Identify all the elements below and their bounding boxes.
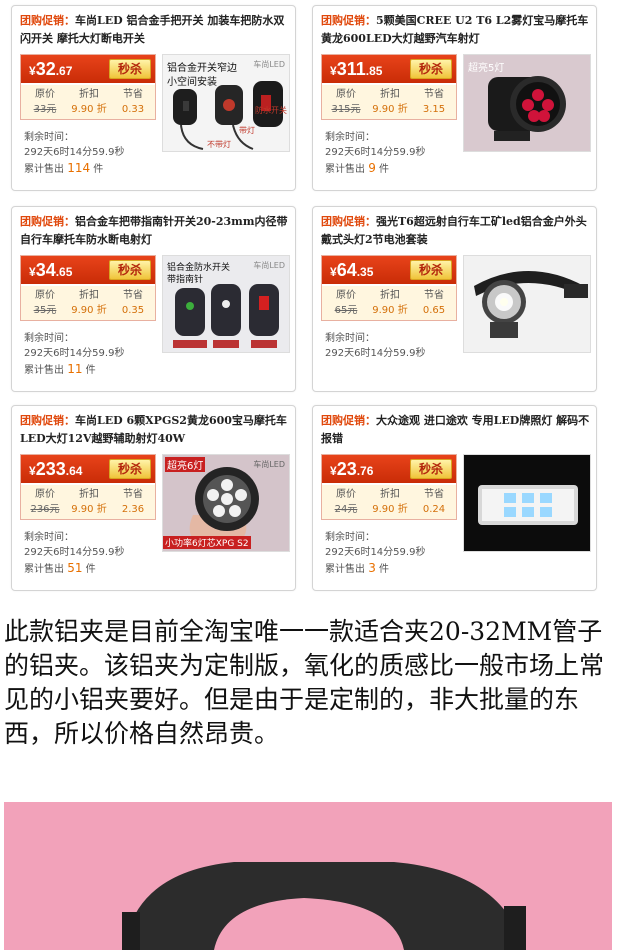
remaining-time: 剩余时间：	[325, 132, 375, 143]
price-stats: 原价 35元 折扣 9.90 折 节省 0.35	[21, 286, 155, 320]
product-card[interactable]: 团购促销：车尚LED 铝合金手把开关 加装车把防水双闪开关 摩托大灯断电开关 ¥…	[11, 5, 296, 191]
price-bar: ¥311.85 秒杀	[322, 55, 456, 83]
product-image[interactable]: 铝合金开关窄边 小空间安装 车尚LED 防水开关 带灯 不带灯	[162, 54, 290, 152]
price-box: ¥233.64 秒杀 原价 236元 折扣 9.90 折 节省 2.36	[20, 454, 156, 520]
price-stats: 原价 315元 折扣 9.90 折 节省 3.15	[322, 85, 456, 119]
promo-label: 团购促销：	[20, 215, 75, 228]
sold-count: 累计售出 9 件	[325, 161, 390, 175]
promo-label: 团购促销：	[20, 14, 75, 27]
original-price: 原价 236元	[30, 489, 60, 515]
promo-label: 团购促销：	[321, 414, 376, 427]
savings: 节省 0.33	[121, 89, 145, 115]
original-price: 原价 315元	[331, 89, 361, 115]
price-bar: ¥34.65 秒杀	[21, 256, 155, 284]
remaining-time-value: 292天6时14分59.9秒	[24, 348, 125, 359]
remaining-time-value: 292天6时14分59.9秒	[325, 348, 426, 359]
promo-label: 团购促销：	[321, 14, 376, 27]
promo-label: 团购促销：	[20, 414, 75, 427]
remaining-time: 剩余时间：	[325, 532, 375, 543]
discount: 折扣 9.90 折	[372, 290, 408, 316]
remaining-time: 剩余时间：	[24, 333, 74, 344]
sold-count: 累计售出 3 件	[325, 561, 390, 575]
product-title[interactable]: 团购促销：5颗美国CREE U2 T6 L2雾灯宝马摩托车黄龙600LED大灯越…	[321, 12, 591, 48]
remaining-time-value: 292天6时14分59.9秒	[325, 147, 426, 158]
savings: 节省 2.36	[121, 489, 145, 515]
promo-label: 团购促销：	[321, 215, 376, 228]
discount: 折扣 9.90 折	[71, 489, 107, 515]
remaining-time: 剩余时间：	[24, 132, 74, 143]
product-image[interactable]: 铝合金防水开关 带指南针 车尚LED	[162, 255, 290, 353]
price: ¥34.65	[29, 260, 73, 280]
discount: 折扣 9.90 折	[71, 290, 107, 316]
product-card[interactable]: 团购促销：5颗美国CREE U2 T6 L2雾灯宝马摩托车黄龙600LED大灯越…	[312, 5, 597, 191]
product-description: 此款铝夹是目前全淘宝唯一一款适合夹20-32MM管子的铝夹。该铝夹为定制版，氧化…	[4, 617, 605, 748]
remaining-time: 剩余时间：	[325, 333, 375, 344]
price-stats: 原价 24元 折扣 9.90 折 节省 0.24	[322, 485, 456, 519]
price-bar: ¥64.35 秒杀	[322, 256, 456, 284]
remaining-time-value: 292天6时14分59.9秒	[325, 547, 426, 558]
original-price: 原价 24元	[334, 489, 358, 515]
discount: 折扣 9.90 折	[372, 489, 408, 515]
product-title[interactable]: 团购促销：车尚LED 6颗XPGS2黄龙600宝马摩托车LED大灯12V越野辅助…	[20, 412, 290, 448]
product-card[interactable]: 团购促销：大众途观 进口途欢 专用LED牌照灯 解码不报错 ¥23.76 秒杀 …	[312, 405, 597, 591]
sold-count: 累计售出 11 件	[24, 362, 96, 376]
discount: 折扣 9.90 折	[71, 89, 107, 115]
price-box: ¥34.65 秒杀 原价 35元 折扣 9.90 折 节省 0.35	[20, 255, 156, 321]
price: ¥32.67	[29, 59, 73, 79]
product-title[interactable]: 团购促销：强光T6超远射自行车工矿led铝合金户外头戴式头灯2节电池套装	[321, 213, 591, 249]
sold-count: 累计售出 51 件	[24, 561, 96, 575]
remaining-time-value: 292天6时14分59.9秒	[24, 147, 125, 158]
sold-count: 累计售出 114 件	[24, 161, 104, 175]
price: ¥311.85	[330, 59, 383, 79]
product-card[interactable]: 团购促销：铝合金车把带指南针开关20-23mm内径带自行车摩托车防水断电射灯 ¥…	[11, 206, 296, 392]
flash-sale-button[interactable]: 秒杀	[410, 59, 452, 79]
original-price: 原价 65元	[334, 290, 358, 316]
price-bar: ¥32.67 秒杀	[21, 55, 155, 83]
product-image[interactable]	[463, 454, 591, 552]
flash-sale-button[interactable]: 秒杀	[109, 459, 151, 479]
price-stats: 原价 65元 折扣 9.90 折 节省 0.65	[322, 286, 456, 320]
price-bar: ¥233.64 秒杀	[21, 455, 155, 483]
flash-sale-button[interactable]: 秒杀	[410, 459, 452, 479]
price-box: ¥23.76 秒杀 原价 24元 折扣 9.90 折 节省 0.24	[321, 454, 457, 520]
price: ¥23.76	[330, 459, 374, 479]
flash-sale-button[interactable]: 秒杀	[410, 260, 452, 280]
price: ¥233.64	[29, 459, 83, 479]
price-stats: 原价 33元 折扣 9.90 折 节省 0.33	[21, 85, 155, 119]
remaining-time: 剩余时间：	[24, 532, 74, 543]
original-price: 原价 35元	[33, 290, 57, 316]
product-title[interactable]: 团购促销：大众途观 进口途欢 专用LED牌照灯 解码不报错	[321, 412, 591, 448]
flash-sale-button[interactable]: 秒杀	[109, 59, 151, 79]
price-stats: 原价 236元 折扣 9.90 折 节省 2.36	[21, 485, 155, 519]
original-price: 原价 33元	[33, 89, 57, 115]
product-title[interactable]: 团购促销：铝合金车把带指南针开关20-23mm内径带自行车摩托车防水断电射灯	[20, 213, 290, 249]
product-card[interactable]: 团购促销：强光T6超远射自行车工矿led铝合金户外头戴式头灯2节电池套装 ¥64…	[312, 206, 597, 392]
price-box: ¥64.35 秒杀 原价 65元 折扣 9.90 折 节省 0.65	[321, 255, 457, 321]
savings: 节省 3.15	[422, 89, 446, 115]
product-image[interactable]	[463, 255, 591, 353]
product-image[interactable]: 超亮6灯 车尚LED 小功率6灯芯XPG S2	[162, 454, 290, 552]
savings: 节省 0.35	[121, 290, 145, 316]
price-box: ¥32.67 秒杀 原价 33元 折扣 9.90 折 节省 0.33	[20, 54, 156, 120]
flash-sale-button[interactable]: 秒杀	[109, 260, 151, 280]
product-card[interactable]: 团购促销：车尚LED 6颗XPGS2黄龙600宝马摩托车LED大灯12V越野辅助…	[11, 405, 296, 591]
product-image[interactable]: 超亮5灯	[463, 54, 591, 152]
price-bar: ¥23.76 秒杀	[322, 455, 456, 483]
product-title[interactable]: 团购促销：车尚LED 铝合金手把开关 加装车把防水双闪开关 摩托大灯断电开关	[20, 12, 290, 48]
hero-product-image	[4, 802, 612, 950]
savings: 节省 0.65	[422, 290, 446, 316]
remaining-time-value: 292天6时14分59.9秒	[24, 547, 125, 558]
savings: 节省 0.24	[422, 489, 446, 515]
price: ¥64.35	[330, 260, 374, 280]
discount: 折扣 9.90 折	[372, 89, 408, 115]
price-box: ¥311.85 秒杀 原价 315元 折扣 9.90 折 节省 3.15	[321, 54, 457, 120]
